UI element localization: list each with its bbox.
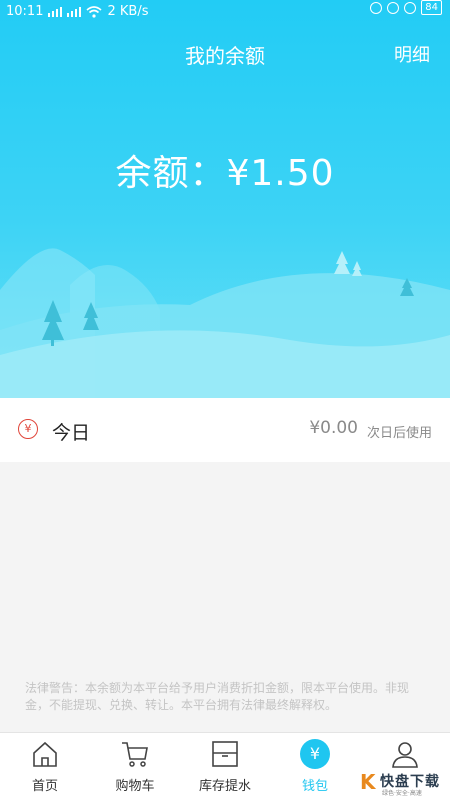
user-icon: [392, 742, 418, 768]
today-note: 次日后使用: [366, 426, 432, 441]
legal-notice: 法律警告：本余额为本平台给予用户消费折扣金额，限本平台使用。非现金，不能提现、兑…: [25, 681, 410, 712]
signal-icon: [48, 7, 63, 17]
tab-inventory[interactable]: 库存提水: [180, 733, 270, 801]
tab-cart[interactable]: 购物车: [90, 733, 180, 801]
wifi-icon: [86, 6, 102, 18]
wallet-icon: ¥: [300, 739, 330, 769]
tab-label: 首页: [31, 779, 58, 794]
alarm-icon: [404, 1, 417, 14]
page-title: 我的余额: [185, 44, 265, 68]
network-speed: 2 KB/s: [107, 4, 149, 19]
watermark-glyph: K: [360, 770, 376, 794]
today-amount: ¥0.00: [309, 418, 358, 438]
inventory-box-icon: [212, 741, 238, 767]
watermark-logo: K 快盘下载 绿色·安全·高速: [358, 768, 450, 800]
tab-label: 购物车: [115, 779, 155, 794]
tab-label: 库存提水: [198, 779, 251, 794]
nav-bar: 我的余额 明细: [0, 28, 450, 80]
status-bar: 10:11 2 KB/s 84: [0, 0, 450, 24]
today-label: 今日: [52, 422, 91, 444]
tab-home[interactable]: 首页: [0, 733, 90, 801]
today-balance-row[interactable]: ¥ 今日 ¥0.00 次日后使用: [0, 398, 450, 462]
balance-hero: 10:11 2 KB/s 84 我的余额 明细 余额：¥1.50: [0, 0, 450, 398]
location-icon: [387, 1, 400, 14]
balance-amount: 余额：¥1.50: [115, 153, 335, 194]
tab-label: 钱包: [301, 779, 328, 794]
status-time: 10:11: [6, 4, 44, 19]
battery-indicator: 84: [421, 0, 442, 15]
signal-icon: [67, 7, 82, 17]
detail-link[interactable]: 明细: [394, 41, 430, 67]
hills-illustration: [0, 248, 450, 398]
lock-icon: [370, 1, 383, 14]
home-icon: [33, 741, 57, 767]
yuan-icon: ¥: [18, 419, 38, 439]
tab-wallet[interactable]: ¥ 钱包: [270, 733, 360, 801]
watermark-subtext: 绿色·安全·高速: [382, 790, 422, 797]
cart-icon: [122, 742, 148, 767]
